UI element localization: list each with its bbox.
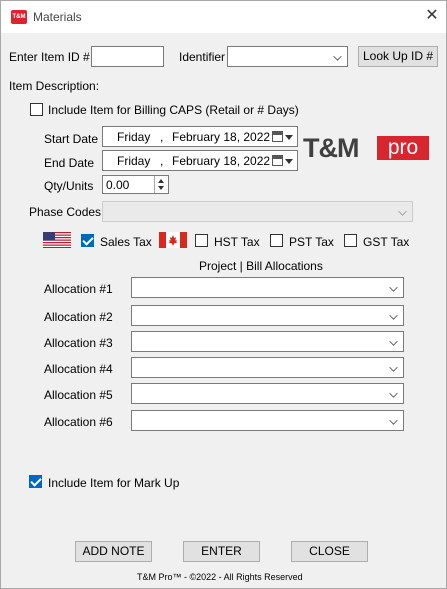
- identifier-select[interactable]: [227, 46, 348, 67]
- allocations-heading: Project | Bill Allocations: [199, 259, 323, 273]
- billing-caps-checkbox[interactable]: [30, 103, 43, 116]
- chevron-down-icon: [389, 283, 398, 292]
- chevron-down-icon: [389, 337, 398, 346]
- title-bar: T&M Materials ✕: [1, 1, 446, 33]
- app-logo-icon: T&M: [11, 10, 27, 24]
- markup-label: Include Item for Mark Up: [48, 476, 180, 490]
- qty-units-stepper[interactable]: 0.00: [102, 175, 169, 194]
- sales-tax-label: Sales Tax: [100, 235, 152, 249]
- end-date-picker[interactable]: Friday , February 18, 2022: [102, 150, 298, 171]
- dropdown-arrow-icon[interactable]: [285, 135, 293, 140]
- allocation-6-select[interactable]: [131, 410, 404, 431]
- calendar-icon[interactable]: [272, 131, 283, 142]
- calendar-icon[interactable]: [272, 155, 283, 166]
- allocation-2-select[interactable]: [131, 305, 404, 326]
- allocation-5-label: Allocation #5: [44, 388, 113, 402]
- hst-tax-label: HST Tax: [214, 235, 260, 249]
- window-title: Materials: [33, 10, 82, 24]
- enter-button[interactable]: ENTER: [183, 541, 260, 562]
- sales-tax-checkbox[interactable]: [81, 234, 94, 247]
- identifier-label: Identifier: [179, 50, 226, 64]
- start-date-label: Start Date: [44, 132, 99, 146]
- markup-checkbox[interactable]: [29, 475, 42, 488]
- canada-flag-icon: [159, 232, 187, 248]
- add-note-button[interactable]: ADD NOTE: [75, 541, 152, 562]
- us-flag-icon: [43, 232, 71, 248]
- item-id-input[interactable]: [91, 46, 164, 67]
- allocation-4-label: Allocation #4: [44, 362, 113, 376]
- allocation-4-select[interactable]: [131, 357, 404, 378]
- close-icon[interactable]: ✕: [422, 5, 442, 25]
- allocation-1-label: Allocation #1: [44, 282, 113, 296]
- end-date-label: End Date: [44, 156, 95, 170]
- allocation-3-select[interactable]: [131, 331, 404, 352]
- gst-tax-label: GST Tax: [363, 235, 410, 249]
- lookup-id-button[interactable]: Look Up ID #: [358, 46, 438, 67]
- item-id-label: Enter Item ID #: [9, 50, 90, 64]
- pst-tax-checkbox[interactable]: [270, 234, 283, 247]
- qty-units-label: Qty/Units: [44, 179, 94, 193]
- billing-caps-label: Include Item for Billing CAPS (Retail or…: [48, 103, 299, 117]
- allocation-1-select[interactable]: [131, 277, 404, 298]
- allocation-5-select[interactable]: [131, 383, 404, 404]
- allocation-3-label: Allocation #3: [44, 336, 113, 350]
- chevron-down-icon: [398, 207, 407, 216]
- spin-up-icon[interactable]: [158, 179, 164, 183]
- materials-window: T&M Materials ✕ Enter Item ID # Identifi…: [0, 0, 447, 589]
- start-date-picker[interactable]: Friday , February 18, 2022: [102, 126, 298, 147]
- chevron-down-icon: [389, 389, 398, 398]
- dropdown-arrow-icon[interactable]: [285, 159, 293, 164]
- chevron-down-icon: [333, 52, 342, 61]
- allocation-2-label: Allocation #2: [44, 310, 113, 324]
- item-description-label: Item Description:: [9, 79, 100, 93]
- gst-tax-checkbox[interactable]: [344, 234, 357, 247]
- pst-tax-label: PST Tax: [289, 235, 334, 249]
- allocation-6-label: Allocation #6: [44, 415, 113, 429]
- chevron-down-icon: [389, 363, 398, 372]
- chevron-down-icon: [389, 416, 398, 425]
- phase-codes-select[interactable]: [102, 201, 413, 222]
- chevron-down-icon: [389, 311, 398, 320]
- phase-codes-label: Phase Codes: [29, 205, 102, 219]
- copyright-footer: T&M Pro™ - ©2022 - All Rights Reserved: [137, 572, 303, 582]
- hst-tax-checkbox[interactable]: [195, 234, 208, 247]
- close-button[interactable]: CLOSE: [291, 541, 368, 562]
- spin-down-icon[interactable]: [158, 186, 164, 190]
